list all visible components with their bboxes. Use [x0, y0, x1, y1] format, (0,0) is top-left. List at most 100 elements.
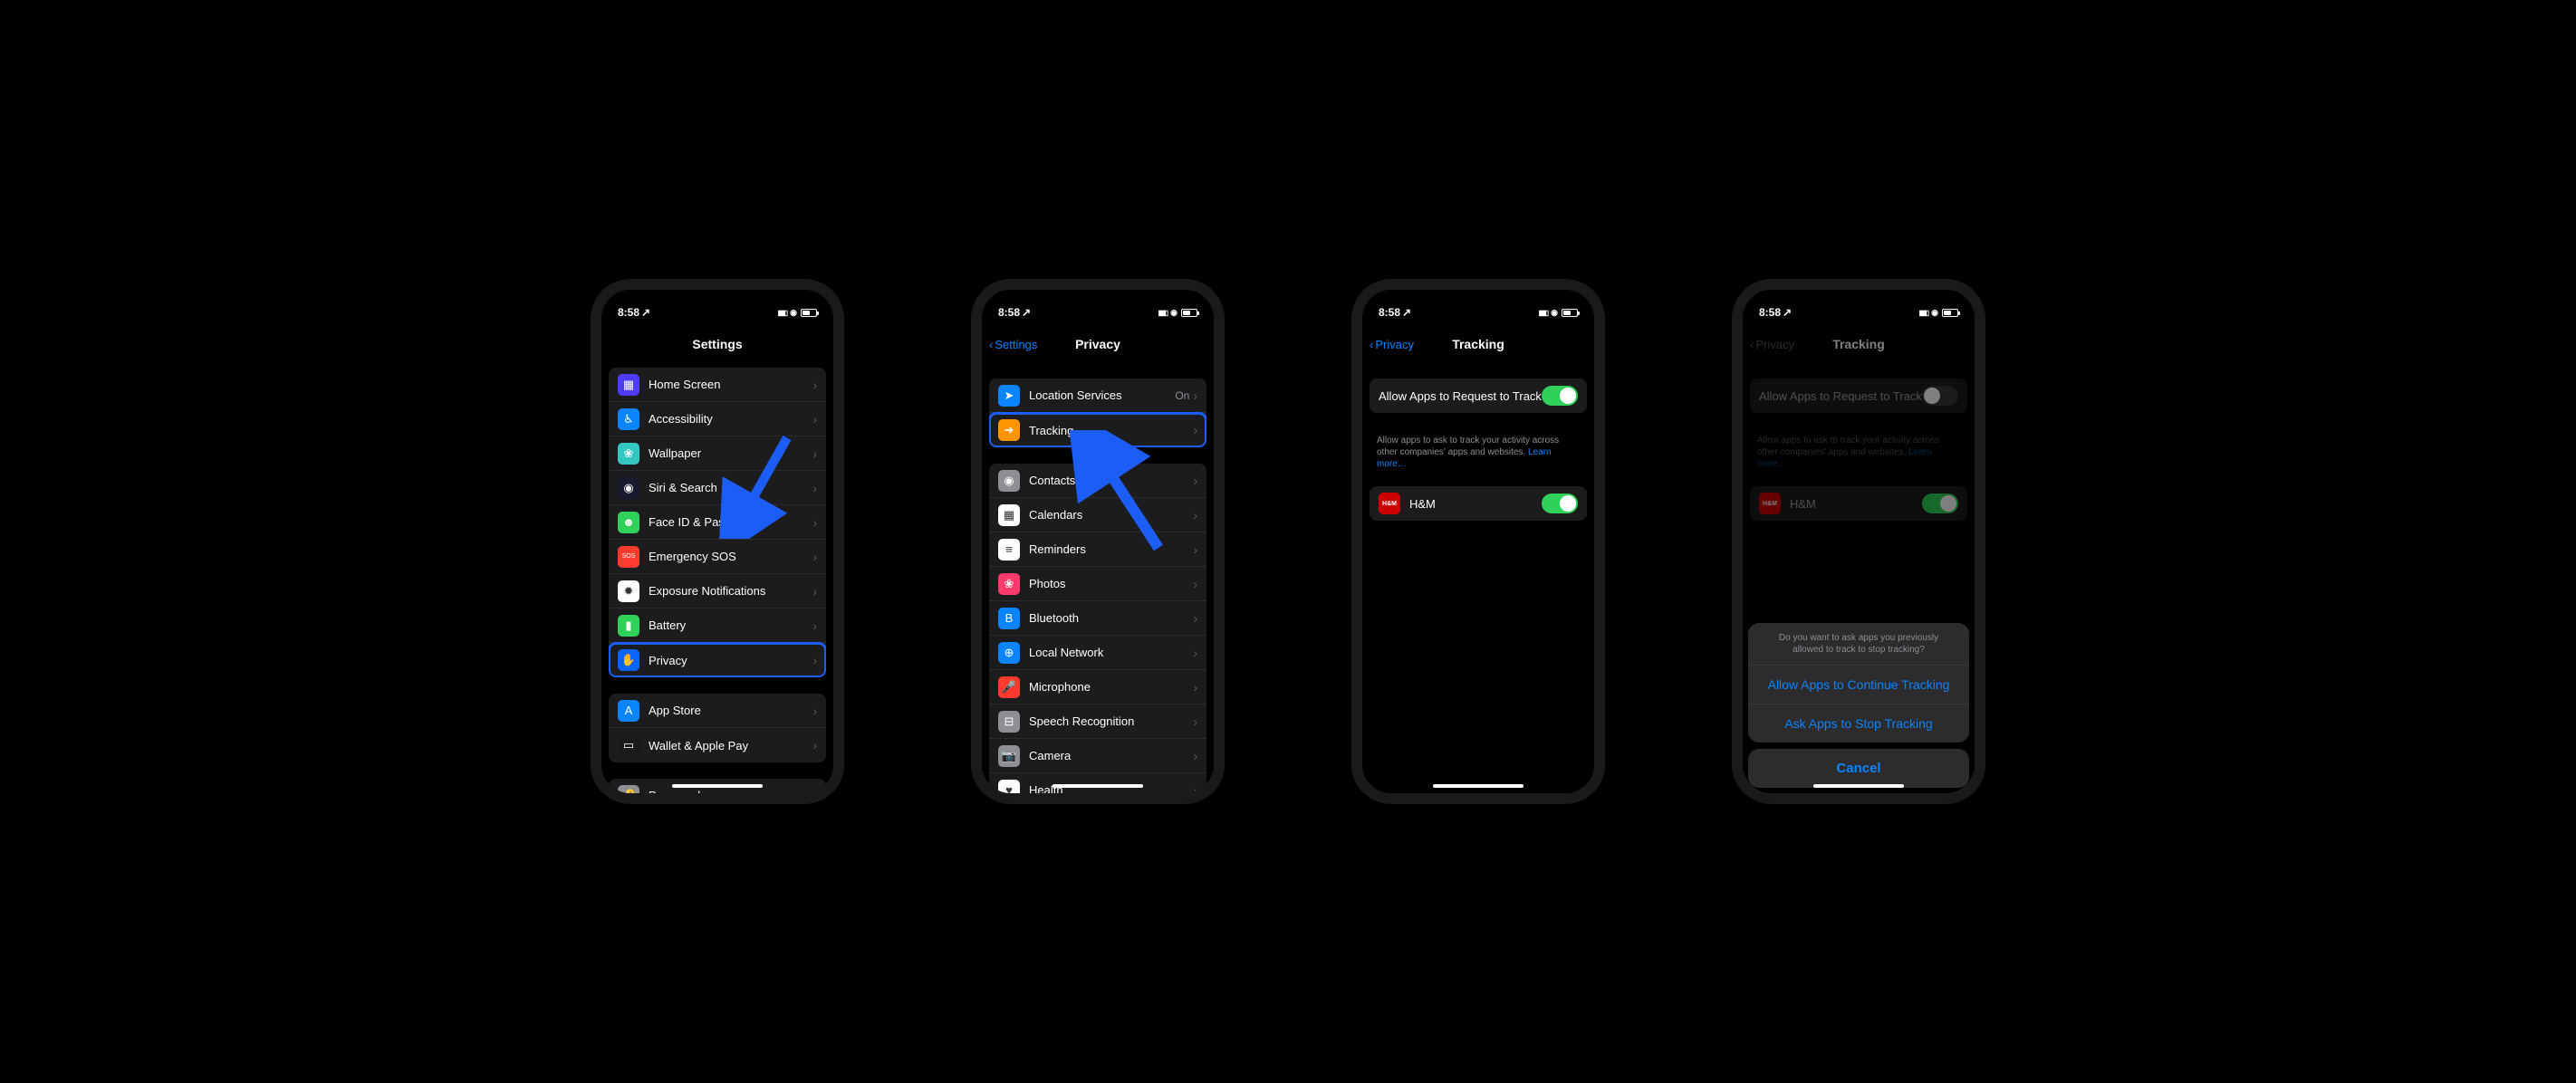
settings-row[interactable]: AApp Store›: [609, 694, 826, 728]
location-icon: ↗: [641, 306, 650, 319]
home-indicator[interactable]: [1813, 784, 1904, 788]
app-toggle[interactable]: [1542, 494, 1578, 513]
row-label: Location Services: [1029, 388, 1175, 402]
battery-icon: [1562, 309, 1578, 317]
settings-row[interactable]: ▮Battery›: [609, 609, 826, 643]
chevron-right-icon: ›: [1193, 423, 1197, 437]
settings-row[interactable]: ⊟Speech Recognition›: [989, 704, 1206, 739]
settings-group: ▦Home Screen›♿︎Accessibility›❀Wallpaper›…: [609, 368, 826, 677]
wallpaper-icon: ❀: [618, 443, 639, 465]
reminders-icon: ≡: [998, 539, 1020, 561]
phone-privacy: 8:58↗ ‹Settings Privacy ➤ Location Servic…: [971, 279, 1225, 804]
signal-icon: [1539, 308, 1548, 318]
settings-row[interactable]: ➜Tracking›: [989, 413, 1206, 447]
chevron-right-icon: ›: [812, 515, 817, 530]
settings-row[interactable]: ≡Reminders›: [989, 532, 1206, 567]
row-label: Wallet & Apple Pay: [649, 739, 812, 752]
emergency-sos-icon: SOS: [618, 546, 639, 568]
phone-tracking-sheet: 8:58↗ ‹Privacy Tracking Allow Apps to Re…: [1732, 279, 1985, 804]
allow-continue-button[interactable]: Allow Apps to Continue Tracking: [1748, 666, 1969, 704]
tracking-description: Allow apps to ask to track your activity…: [1362, 429, 1594, 481]
settings-row[interactable]: SOSEmergency SOS›: [609, 540, 826, 574]
row-label: Accessibility: [649, 412, 812, 426]
allow-track-toggle[interactable]: [1542, 386, 1578, 406]
status-time: 8:58: [618, 306, 639, 319]
chevron-right-icon: ›: [1193, 474, 1197, 488]
settings-group: AApp Store›▭Wallet & Apple Pay›: [609, 694, 826, 762]
home-indicator[interactable]: [672, 784, 763, 788]
action-sheet: Do you want to ask apps you previously a…: [1748, 623, 1969, 788]
settings-row[interactable]: ⊕ Local Network›: [989, 636, 1206, 670]
settings-row[interactable]: ☻Face ID & Passcode›: [609, 505, 826, 540]
settings-row[interactable]: ➤Location ServicesOn›: [989, 379, 1206, 413]
settings-row[interactable]: 🎤Microphone›: [989, 670, 1206, 704]
settings-row[interactable]: 📷Camera›: [989, 739, 1206, 773]
row-label: Home Screen: [649, 378, 812, 391]
location-services-icon: ➤: [998, 385, 1020, 407]
chevron-right-icon: ›: [1193, 646, 1197, 660]
location-icon: ↗: [1783, 306, 1792, 319]
phone-tracking-on: 8:58↗ ‹Privacy Tracking Allow Apps to Re…: [1351, 279, 1605, 804]
bluetooth-icon: B: [998, 608, 1020, 629]
back-button[interactable]: ‹Settings: [989, 338, 1037, 351]
privacy-icon: ✋: [618, 649, 639, 671]
location-icon: ↗: [1402, 306, 1411, 319]
settings-row[interactable]: ✋ Privacy›: [609, 643, 826, 677]
chevron-right-icon: ›: [812, 653, 817, 667]
ask-stop-button[interactable]: Ask Apps to Stop Tracking: [1748, 704, 1969, 743]
chevron-right-icon: ›: [812, 704, 817, 718]
row-label: Battery: [649, 618, 812, 632]
settings-row[interactable]: ♥Health›: [989, 773, 1206, 793]
wifi-icon: [1551, 308, 1558, 318]
chevron-right-icon: ›: [812, 412, 817, 426]
status-bar: 8:58↗: [1743, 290, 1975, 326]
row-label: Microphone: [1029, 680, 1193, 694]
exposure-notifications-icon: ✹: [618, 580, 639, 602]
chevron-right-icon: ›: [812, 550, 817, 564]
microphone-icon: 🎤: [998, 676, 1020, 698]
back-label: Privacy: [1375, 338, 1414, 351]
health-icon: ♥: [998, 780, 1020, 794]
status-bar: 8:58↗: [982, 290, 1214, 326]
home-screen-icon: ▦: [618, 374, 639, 396]
row-label: Reminders: [1029, 542, 1193, 556]
chevron-right-icon: ›: [1193, 783, 1197, 794]
settings-row[interactable]: BBluetooth›: [989, 601, 1206, 636]
row-label: Local Network: [1029, 646, 1193, 659]
back-button[interactable]: ‹Privacy: [1370, 338, 1414, 351]
chevron-right-icon: ›: [812, 789, 817, 794]
settings-row[interactable]: ✹Exposure Notifications›: [609, 574, 826, 609]
contacts-icon: ◉: [998, 470, 1020, 492]
battery-icon: [801, 309, 817, 317]
cancel-button[interactable]: Cancel: [1748, 749, 1969, 788]
chevron-right-icon: ›: [812, 618, 817, 633]
row-label: Passwords: [649, 789, 812, 793]
nav-bar: ‹Settings Privacy: [982, 326, 1214, 362]
battery-icon: [1181, 309, 1197, 317]
nav-bar: ‹Privacy Tracking: [1362, 326, 1594, 362]
row-label: Tracking: [1029, 424, 1193, 437]
row-label: Contacts: [1029, 474, 1193, 487]
settings-row[interactable]: ❀Wallpaper›: [609, 436, 826, 471]
page-title: Tracking: [1452, 337, 1504, 351]
chevron-right-icon: ›: [1193, 388, 1197, 403]
chevron-left-icon: ‹: [1370, 338, 1373, 351]
settings-group: ➤Location ServicesOn›➜Tracking›: [989, 379, 1206, 447]
row-label: Face ID & Passcode: [649, 515, 812, 529]
home-indicator[interactable]: [1053, 784, 1143, 788]
settings-row[interactable]: ▦Calendars›: [989, 498, 1206, 532]
app-row-hm[interactable]: H&M H&M: [1370, 486, 1587, 521]
row-label: Privacy: [649, 654, 812, 667]
settings-group: ◉Contacts›▦Calendars›≡Reminders›❀Photos›…: [989, 464, 1206, 793]
camera-icon: 📷: [998, 745, 1020, 767]
settings-row[interactable]: ▦Home Screen›: [609, 368, 826, 402]
settings-row[interactable]: ◉ Contacts›: [989, 464, 1206, 498]
home-indicator[interactable]: [1433, 784, 1523, 788]
settings-row[interactable]: ▭Wallet & Apple Pay›: [609, 728, 826, 762]
settings-row[interactable]: ❀Photos›: [989, 567, 1206, 601]
allow-track-row[interactable]: Allow Apps to Request to Track: [1370, 379, 1587, 413]
local-network-icon: ⊕: [998, 642, 1020, 664]
settings-row[interactable]: ◉Siri & Search›: [609, 471, 826, 505]
phone-settings: 8:58↗ Settings ▦Home Screen›♿︎Accessibil…: [591, 279, 844, 804]
settings-row[interactable]: ♿︎Accessibility›: [609, 402, 826, 436]
